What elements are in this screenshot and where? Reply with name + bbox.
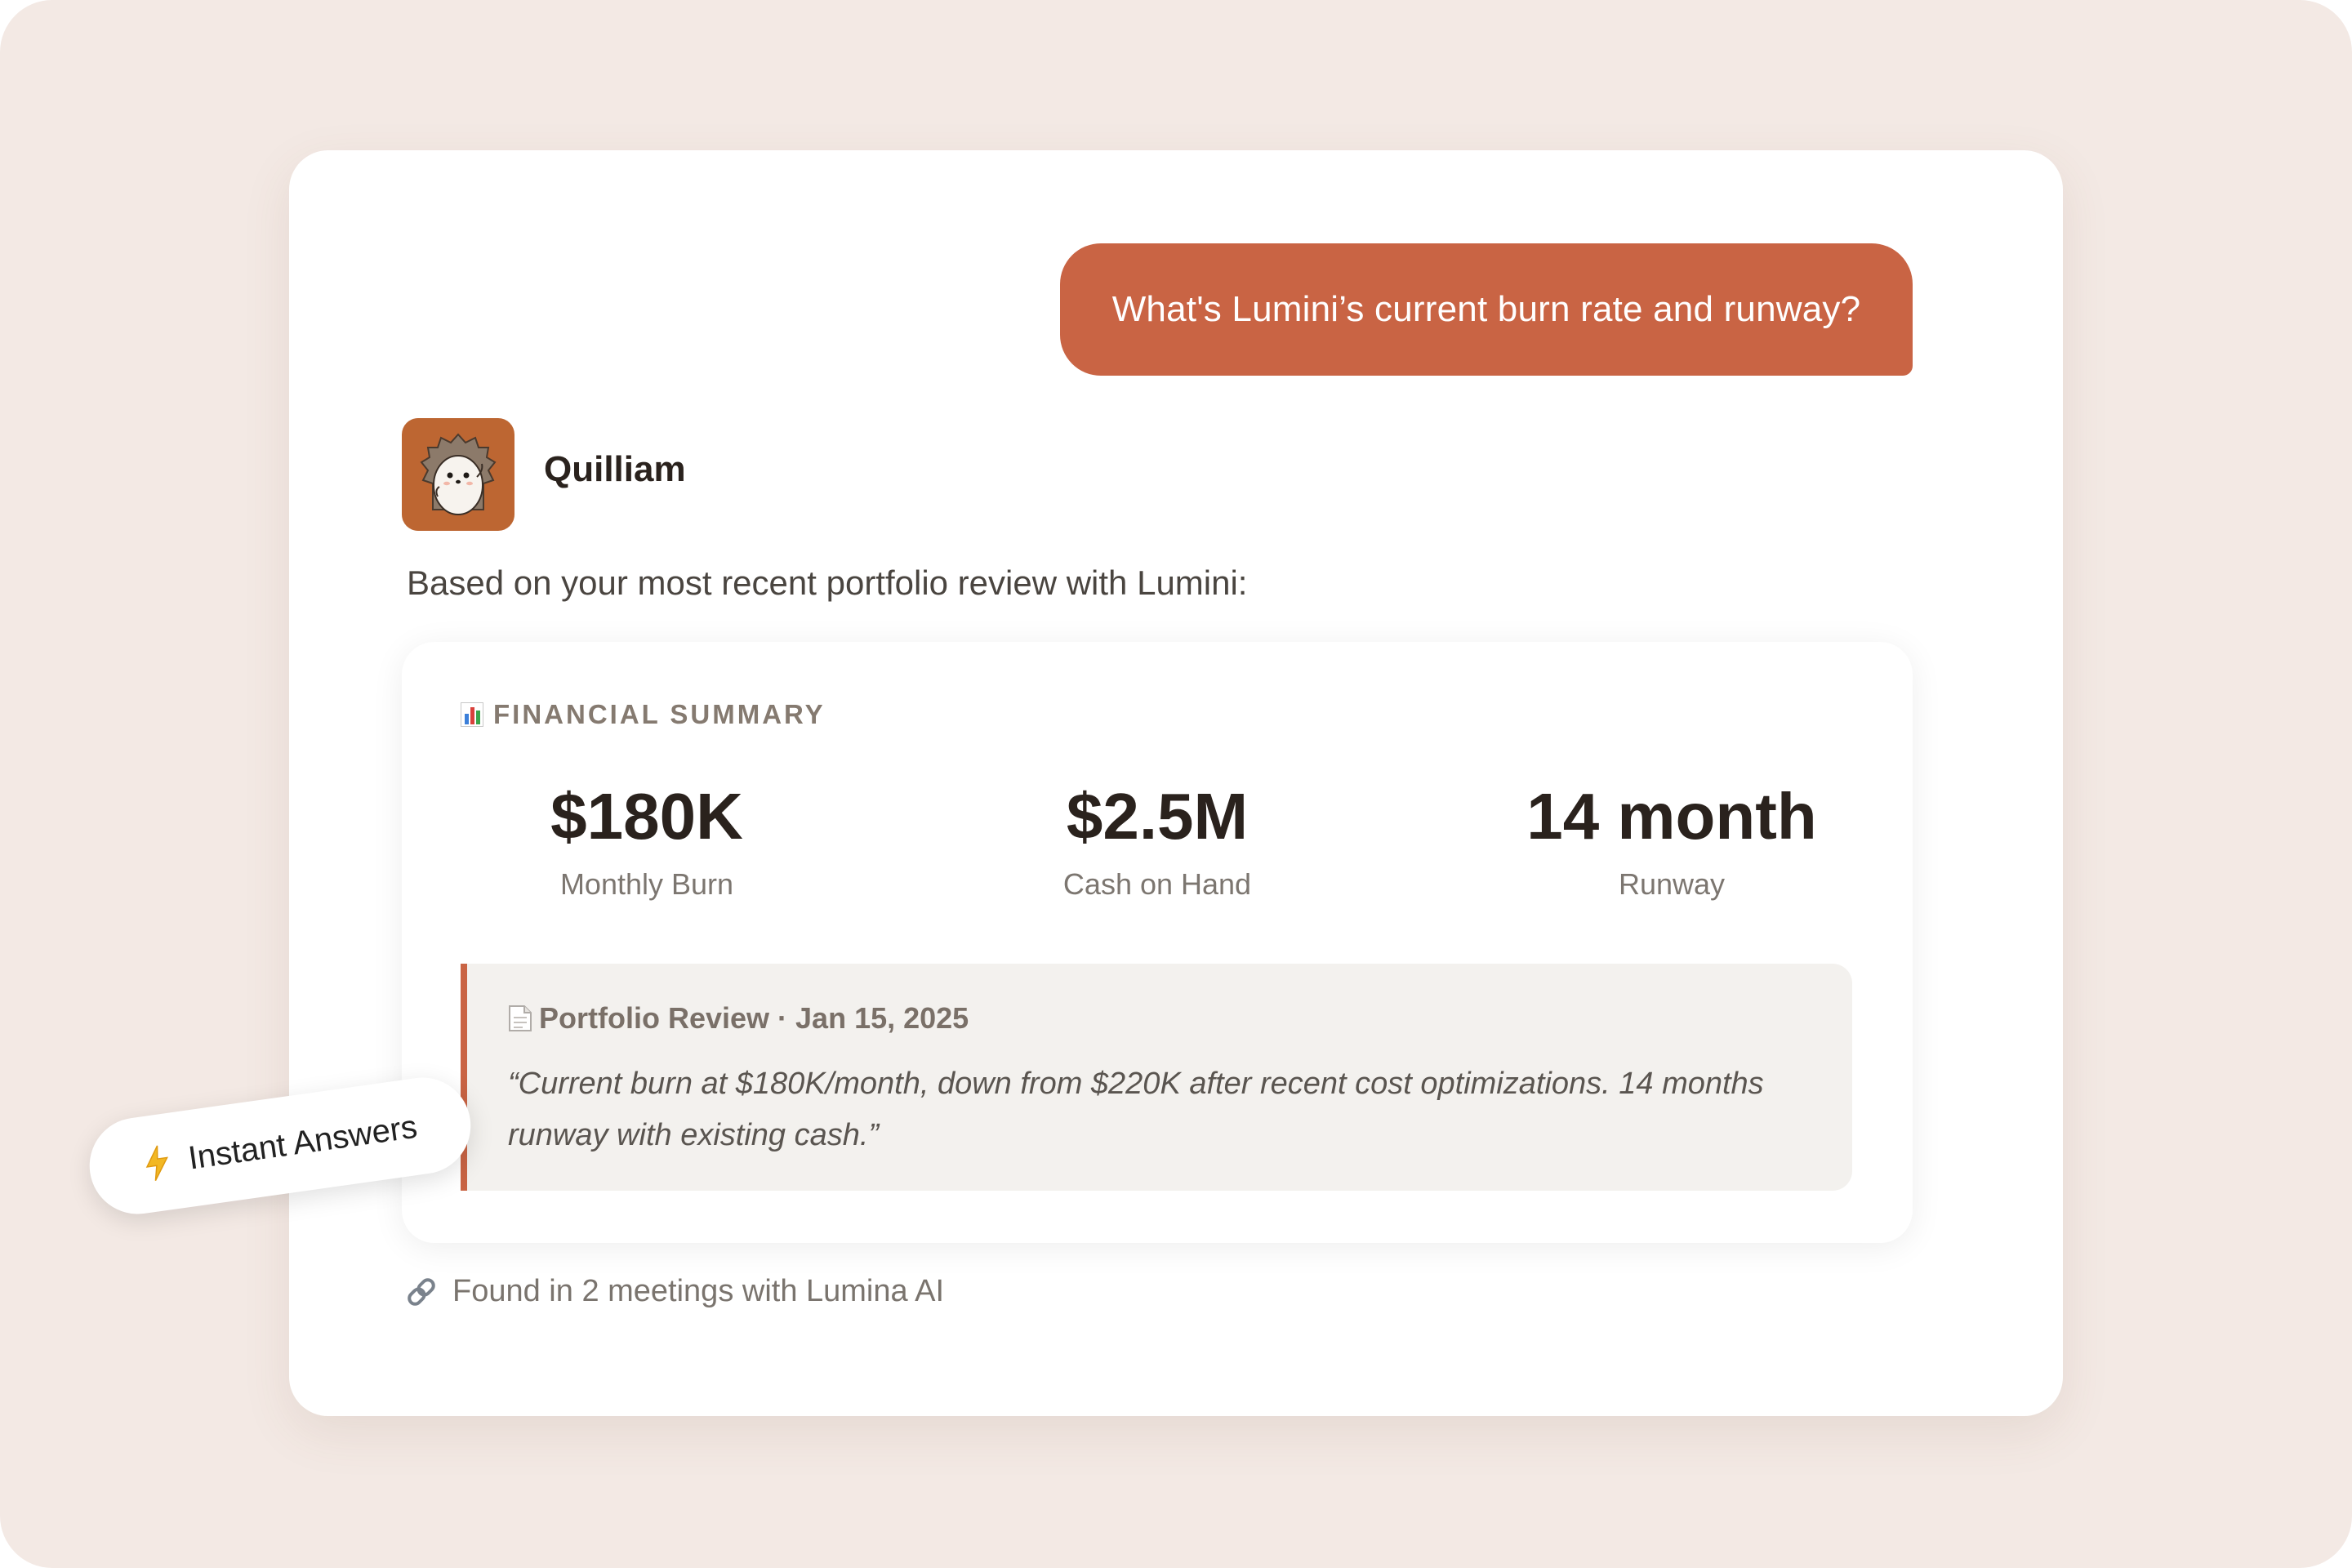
metric-value: $2.5M — [1066, 780, 1249, 853]
source-footer[interactable]: Found in 2 meetings with Lumina AI — [405, 1274, 944, 1309]
assistant-name: Quilliam — [544, 449, 686, 489]
metric-value: 14 month — [1526, 780, 1817, 853]
source-quote: “Current burn at $180K/month, down from … — [508, 1058, 1782, 1161]
metric-monthly-burn: $180K Monthly Burn — [418, 781, 875, 902]
assistant-intro-text: Based on your most recent portfolio revi… — [407, 564, 1248, 602]
summary-header: FINANCIAL SUMMARY — [460, 699, 826, 730]
hedgehog-avatar-icon — [402, 418, 514, 531]
source-header[interactable]: Portfolio Review · Jan 15, 2025 — [508, 1001, 969, 1036]
metric-cash-on-hand: $2.5M Cash on Hand — [929, 781, 1386, 902]
metric-label: Runway — [1618, 867, 1726, 901]
summary-title: FINANCIAL SUMMARY — [493, 699, 826, 729]
metric-value: $180K — [550, 780, 743, 853]
quote-line: “Current burn at $180K/month, down from … — [508, 1067, 1764, 1101]
page-background: What's Lumini’s current burn rate and ru… — [0, 0, 2352, 1568]
metric-label: Monthly Burn — [559, 867, 734, 901]
user-message-bubble: What's Lumini’s current burn rate and ru… — [1060, 243, 1913, 376]
financial-summary-card: FINANCIAL SUMMARY $180K Monthly Burn $2.… — [402, 642, 1913, 1243]
badge-label: Instant Answers — [185, 1108, 420, 1177]
link-icon — [405, 1276, 438, 1308]
footer-text: Found in 2 meetings with Lumina AI — [452, 1274, 945, 1308]
metric-runway: 14 month Runway — [1443, 781, 1900, 902]
metric-label: Cash on Hand — [1062, 867, 1252, 901]
quote-line: runway with existing cash.” — [508, 1118, 880, 1152]
document-icon — [508, 1004, 532, 1032]
source-title: Portfolio Review · Jan 15, 2025 — [539, 1001, 969, 1035]
source-quote-box: Portfolio Review · Jan 15, 2025 “Current… — [461, 964, 1852, 1191]
user-message-text: What's Lumini’s current burn rate and ru… — [1111, 289, 1861, 329]
bar-chart-icon — [460, 702, 484, 728]
lightning-icon — [140, 1143, 173, 1183]
